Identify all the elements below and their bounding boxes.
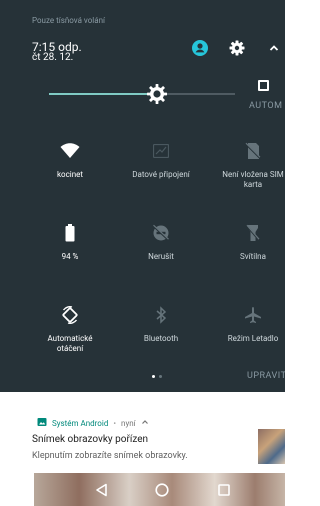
- page-dot-active: [152, 375, 155, 378]
- battery-icon: [59, 222, 81, 244]
- brightness-level-fill: [49, 93, 156, 95]
- quick-settings-panel: Pouze tísňová volání 7:15 odp. čt 28. 12…: [0, 0, 285, 392]
- clock-date[interactable]: čt 28. 12.: [32, 53, 73, 63]
- user-account-icon[interactable]: [192, 40, 208, 56]
- airplane-icon: [242, 304, 264, 326]
- tile-bluetooth[interactable]: Bluetooth: [129, 304, 193, 344]
- edit-tiles-button[interactable]: UPRAVIT: [247, 371, 285, 381]
- tile-wifi[interactable]: kocinet: [38, 140, 102, 180]
- do-not-disturb-icon: [150, 222, 172, 244]
- mobile-data-icon: [150, 140, 172, 162]
- notification-header: Systém Android • nyní: [37, 417, 149, 429]
- navigation-bar: [34, 473, 285, 506]
- page-dot: [159, 375, 162, 378]
- tile-auto-rotate[interactable]: Automatické otáčení: [38, 304, 102, 354]
- tile-label: kocinet: [56, 170, 84, 179]
- notification-text: Klepnutím zobrazíte snímek obrazovky.: [32, 451, 188, 461]
- tile-label: Režim Letadlo: [227, 334, 279, 343]
- nav-back-icon[interactable]: [91, 479, 113, 501]
- separator-dot: •: [113, 418, 117, 428]
- settings-gear-icon[interactable]: [229, 40, 245, 56]
- auto-brightness-label: AUTOM: [249, 101, 283, 111]
- carrier-status-text: Pouze tísňová volání: [32, 16, 105, 25]
- tile-label: 94 %: [61, 252, 79, 261]
- tile-no-sim[interactable]: Není vložena SIM karta: [221, 140, 285, 190]
- bluetooth-icon: [150, 304, 172, 326]
- flashlight-icon: [242, 222, 264, 244]
- nav-recents-icon[interactable]: [213, 479, 235, 501]
- tile-label: Automatické otáčení: [47, 334, 93, 353]
- tile-label: Datové připojení: [132, 170, 190, 179]
- brightness-slider[interactable]: [49, 93, 235, 95]
- no-sim-icon: [242, 140, 264, 162]
- screenshot-thumbnail[interactable]: [258, 429, 285, 464]
- screenshot-app-icon: [37, 417, 47, 429]
- tile-label: Bluetooth: [143, 334, 179, 343]
- notification-title: Snímek obrazovky pořízen: [32, 434, 149, 445]
- expand-chevron-icon[interactable]: [141, 418, 149, 428]
- collapse-chevron-up-icon[interactable]: [268, 42, 280, 54]
- nav-home-icon[interactable]: [151, 479, 173, 501]
- tile-battery[interactable]: 94 %: [38, 222, 102, 262]
- tile-airplane-mode[interactable]: Režim Letadlo: [221, 304, 285, 344]
- tile-label: Není vložena SIM karta: [222, 170, 284, 189]
- tile-mobile-data[interactable]: Datové připojení: [129, 140, 193, 180]
- auto-brightness-checkbox[interactable]: [258, 80, 269, 91]
- wifi-icon: [59, 140, 81, 162]
- tile-label: Svítilna: [240, 252, 266, 261]
- tile-label: Nerušit: [148, 252, 174, 261]
- notification-time: nyní: [121, 418, 136, 428]
- tile-flashlight[interactable]: Svítilna: [221, 222, 285, 262]
- page-indicator: [152, 375, 162, 378]
- tile-do-not-disturb[interactable]: Nerušit: [129, 222, 193, 262]
- brightness-slider-thumb-icon[interactable]: [147, 84, 167, 104]
- auto-rotate-icon: [59, 304, 81, 326]
- notification-app-name: Systém Android: [52, 418, 109, 428]
